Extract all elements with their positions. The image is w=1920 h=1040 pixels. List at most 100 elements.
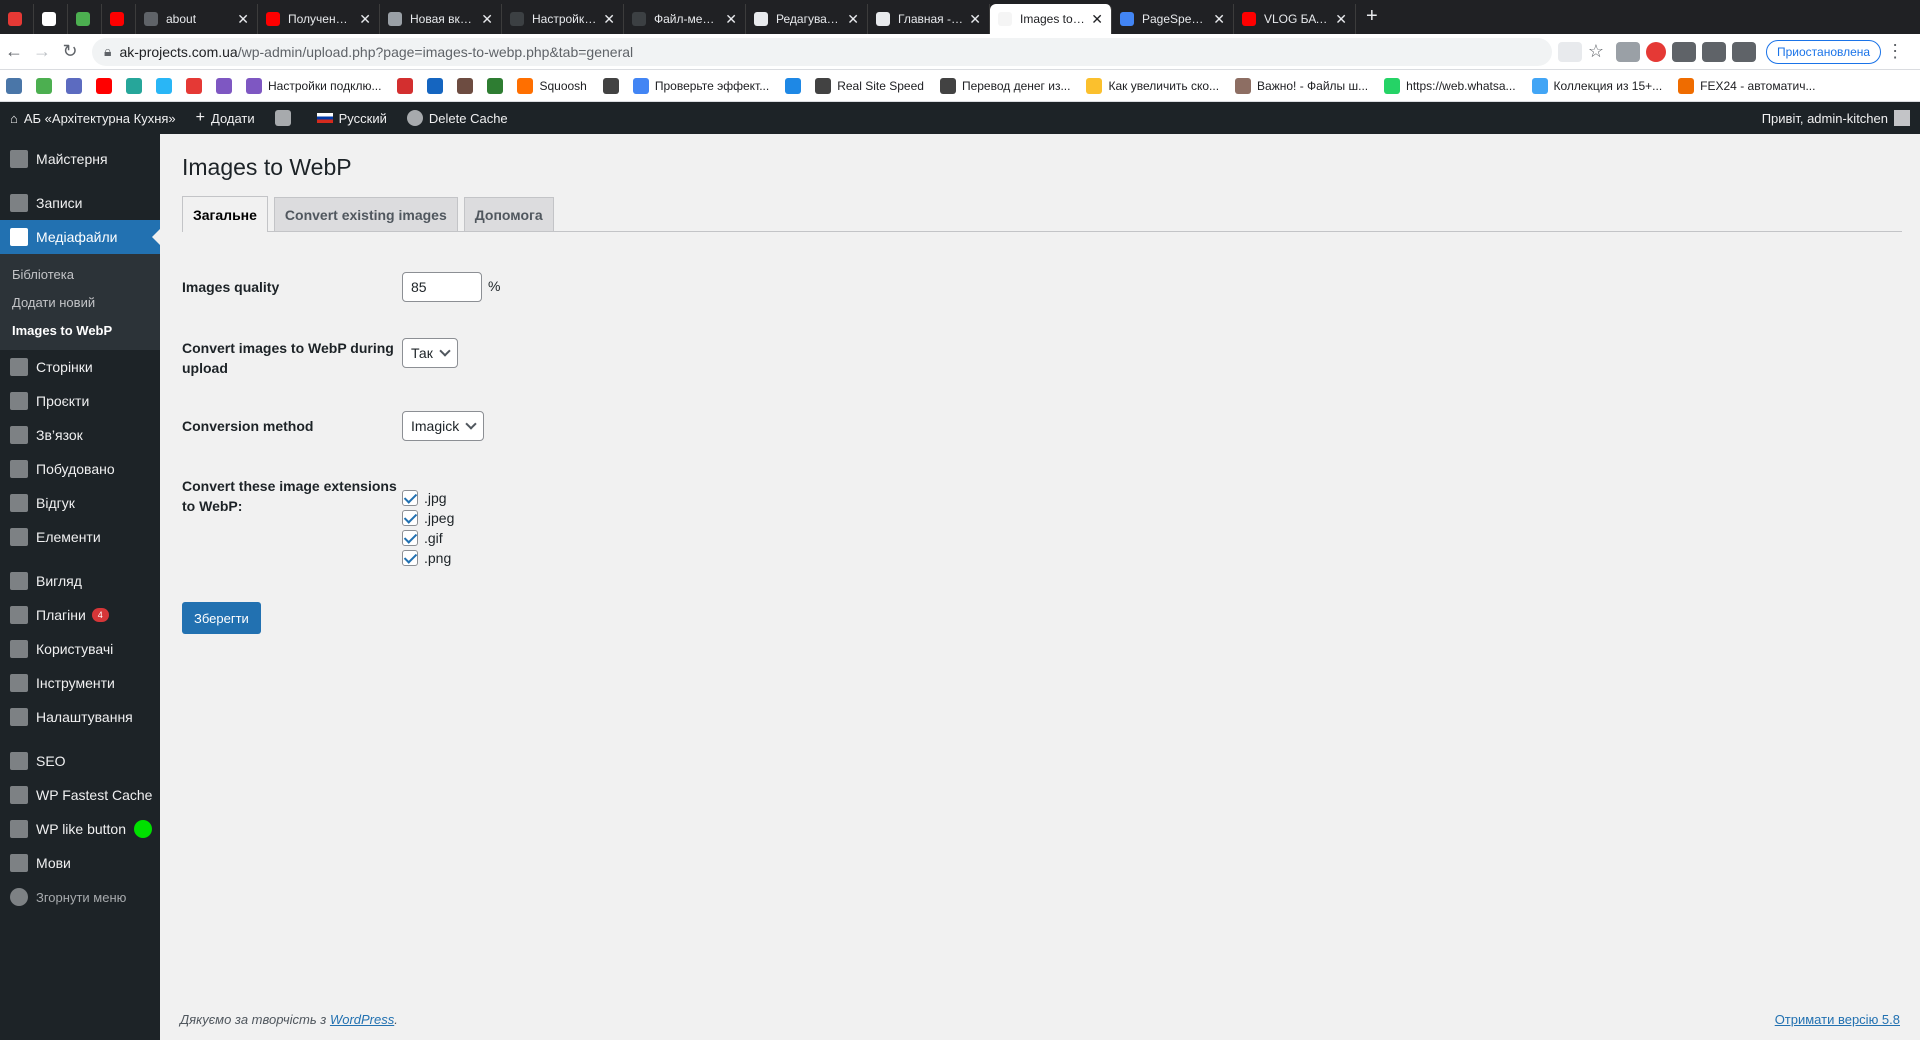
menu-fastest-cache[interactable]: WP Fastest Cache	[0, 778, 160, 812]
ext-option[interactable]: .jpg	[402, 488, 454, 508]
submenu-library[interactable]: Бібліотека	[0, 260, 160, 288]
close-icon[interactable]: ✕	[1335, 11, 1347, 28]
collapse-menu[interactable]: Згорнути меню	[0, 880, 160, 914]
yoast-link[interactable]	[265, 102, 307, 134]
star-icon[interactable]: ☆	[1582, 41, 1610, 62]
puzzle-icon[interactable]	[1702, 41, 1726, 62]
bookmark-item[interactable]: Важно! - Файлы ш...	[1235, 77, 1368, 94]
bookmark-item[interactable]: Проверьте эффект...	[632, 77, 769, 94]
bookmark-item[interactable]	[397, 77, 419, 94]
close-icon[interactable]: ✕	[603, 11, 615, 28]
browser-tab[interactable]: Получение и от ✕	[258, 4, 380, 34]
wordpress-link[interactable]: WordPress	[330, 1012, 394, 1027]
close-icon[interactable]: ✕	[481, 11, 493, 28]
close-icon[interactable]: ✕	[1213, 11, 1225, 28]
checkbox-checked[interactable]	[402, 530, 418, 546]
browser-tab[interactable]: Images to WebP ✕	[990, 4, 1112, 34]
browser-tab[interactable]: Настройка пар ✕	[502, 4, 624, 34]
bookmark-item[interactable]: https://web.whatsa...	[1384, 77, 1516, 94]
back-icon[interactable]: ←	[0, 41, 28, 62]
bookmark-item[interactable]: Коллекция из 15+...	[1531, 77, 1662, 94]
bookmark-item[interactable]: Настройки подклю...	[246, 77, 381, 94]
browser-tab[interactable]	[34, 4, 68, 34]
address-bar[interactable]: 🔒︎ ak-projects.com.ua/wp-admin/upload.ph…	[92, 37, 1552, 66]
my-account-link[interactable]: Привіт, admin-kitchen	[1752, 102, 1920, 134]
bookmark-item[interactable]: Как увеличить ско...	[1086, 77, 1219, 94]
upload-select[interactable]: Так	[402, 338, 458, 368]
bookmark-item[interactable]	[186, 77, 208, 94]
bookmark-item[interactable]	[36, 77, 58, 94]
menu-pages[interactable]: Сторінки	[0, 350, 160, 384]
close-icon[interactable]: ✕	[725, 11, 737, 28]
bookmark-item[interactable]	[6, 77, 28, 94]
menu-posts[interactable]: Записи	[0, 186, 160, 220]
browser-tab[interactable]: about ✕	[136, 4, 258, 34]
language-switcher[interactable]: Русский	[307, 102, 397, 134]
method-select[interactable]: Imagick	[402, 411, 485, 441]
close-icon[interactable]: ✕	[237, 11, 249, 28]
add-new-link[interactable]: + Додати	[186, 102, 265, 134]
menu-built[interactable]: Побудовано	[0, 452, 160, 486]
bookmark-item[interactable]	[216, 77, 238, 94]
close-icon[interactable]: ✕	[1091, 11, 1103, 28]
ext-option[interactable]: .png	[402, 548, 454, 568]
checkbox-checked[interactable]	[402, 510, 418, 526]
bookmark-item[interactable]	[96, 77, 118, 94]
browser-tab[interactable]	[102, 4, 136, 34]
close-icon[interactable]: ✕	[359, 11, 371, 28]
translate-icon[interactable]	[1558, 41, 1582, 62]
bookmark-item[interactable]	[156, 77, 178, 94]
reading-list-icon[interactable]	[1732, 41, 1756, 62]
menu-media[interactable]: Медіафайли	[0, 220, 160, 254]
new-tab-icon[interactable]: +	[1356, 5, 1388, 34]
quality-input[interactable]: 85	[402, 272, 482, 302]
save-button[interactable]: Зберегти	[182, 602, 261, 634]
menu-dashboard[interactable]: Майстерня	[0, 142, 160, 176]
extension-icon[interactable]	[1616, 41, 1640, 62]
extension-icon[interactable]	[1672, 41, 1696, 62]
browser-tab[interactable]: PageSpeed Insi ✕	[1112, 4, 1234, 34]
bookmark-item[interactable]: Squoosh	[517, 77, 587, 94]
bookmark-item[interactable]	[126, 77, 148, 94]
menu-contact[interactable]: Зв’язок	[0, 418, 160, 452]
close-icon[interactable]: ✕	[847, 11, 859, 28]
browser-tab[interactable]	[0, 4, 34, 34]
bookmark-item[interactable]	[427, 77, 449, 94]
menu-elements[interactable]: Елементи	[0, 520, 160, 554]
menu-icon[interactable]: ⋮	[1881, 41, 1909, 62]
reload-icon[interactable]: ↻	[56, 41, 84, 62]
menu-seo[interactable]: SEO	[0, 744, 160, 778]
profile-button[interactable]: Приостановлена	[1766, 39, 1882, 64]
tab-general[interactable]: Загальне	[182, 196, 268, 232]
menu-appearance[interactable]: Вигляд	[0, 564, 160, 598]
bookmark-item[interactable]	[602, 77, 625, 94]
bookmark-item[interactable]	[487, 77, 509, 94]
adblock-icon[interactable]	[1646, 41, 1666, 62]
checkbox-checked[interactable]	[402, 490, 418, 506]
browser-tab[interactable]: Главная - АБ «А ✕	[868, 4, 990, 34]
checkbox-checked[interactable]	[402, 550, 418, 566]
ext-option[interactable]: .gif	[402, 528, 454, 548]
menu-like-button[interactable]: WP like button	[0, 812, 160, 846]
site-name-link[interactable]: ⌂ АБ «Архітектурна Кухня»	[0, 102, 186, 134]
menu-tools[interactable]: Інструменти	[0, 666, 160, 700]
menu-plugins[interactable]: Плагіни 4	[0, 598, 160, 632]
menu-languages[interactable]: Мови	[0, 846, 160, 880]
close-icon[interactable]: ✕	[969, 11, 981, 28]
menu-projects[interactable]: Проєкти	[0, 384, 160, 418]
bookmark-item[interactable]	[785, 77, 807, 94]
tab-convert-existing[interactable]: Convert existing images	[273, 197, 458, 231]
tab-help[interactable]: Допомога	[463, 197, 554, 231]
browser-tab[interactable]	[68, 4, 102, 34]
browser-tab[interactable]: Редагувати тем ✕	[746, 4, 868, 34]
bookmark-item[interactable]: Перевод денег из...	[939, 77, 1070, 94]
bookmark-item[interactable]: FEX24 - автоматич...	[1678, 77, 1815, 94]
browser-tab[interactable]: Новая вкладка ✕	[380, 4, 502, 34]
bookmark-item[interactable]	[66, 77, 88, 94]
bookmark-item[interactable]: Real Site Speed	[815, 77, 924, 94]
menu-users[interactable]: Користувачі	[0, 632, 160, 666]
menu-settings[interactable]: Налаштування	[0, 700, 160, 734]
version-link[interactable]: Отримати версію 5.8	[1775, 1012, 1900, 1027]
submenu-add-new[interactable]: Додати новий	[0, 288, 160, 316]
browser-tab[interactable]: VLOG БАТЯ РАС ✕	[1234, 4, 1356, 34]
